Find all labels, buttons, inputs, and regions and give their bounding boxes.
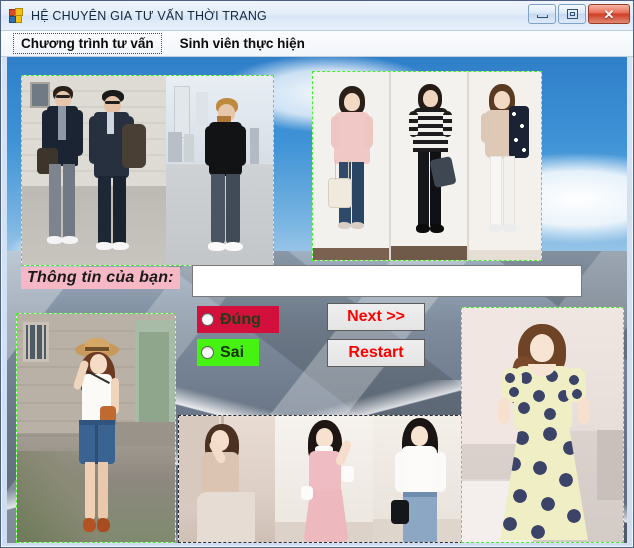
picture-woman-denim-skirt-hat[interactable] [16, 313, 176, 543]
radio-dung[interactable]: Đúng [197, 306, 279, 333]
next-button-label: Next >> [347, 308, 405, 325]
radio-sai-label: Sai [220, 343, 245, 361]
close-icon: ✕ [603, 6, 615, 22]
close-button[interactable]: ✕ [588, 4, 630, 24]
radio-dot-icon [201, 346, 214, 359]
radio-dot-icon [201, 313, 214, 326]
next-button[interactable]: Next >> [327, 303, 425, 331]
menu-bar: Chương trình tư vấn Sinh viên thực hiện [1, 31, 633, 57]
application-window: HỆ CHUYÊN GIA TƯ VẤN THỜI TRANG ✕ Chương… [0, 0, 634, 548]
maximize-icon [566, 9, 578, 19]
vb-form-icon [9, 8, 24, 23]
picture-mens-streetwear-suits[interactable] [21, 75, 274, 266]
menu-item-label: Chương trình tư vấn [21, 36, 154, 51]
minimize-icon [536, 15, 548, 18]
menu-item-label: Sinh viên thực hiện [179, 36, 305, 51]
window-title: HỆ CHUYÊN GIA TƯ VẤN THỜI TRANG [31, 8, 267, 23]
window-controls: ✕ [528, 4, 630, 24]
minimize-button[interactable] [528, 4, 556, 24]
picture-womens-casual-trio[interactable] [312, 71, 542, 261]
menu-item-chuong-trinh-tu-van[interactable]: Chương trình tư vấn [13, 33, 162, 54]
radio-dung-label: Đúng [220, 310, 261, 328]
answer-input[interactable] [192, 265, 582, 297]
maximize-button[interactable] [558, 4, 586, 24]
form-client-area: Thông tin của bạn: Đúng Sai Next >> Rest… [7, 57, 627, 543]
restart-button[interactable]: Restart [327, 339, 425, 367]
radio-sai[interactable]: Sai [197, 339, 259, 366]
menu-item-sinh-vien-thuc-hien[interactable]: Sinh viên thực hiện [172, 33, 313, 54]
picture-womens-pastel-trio[interactable] [178, 415, 468, 543]
info-label: Thông tin của bạn: [21, 267, 180, 289]
picture-woman-floral-dress[interactable] [461, 307, 624, 543]
restart-button-label: Restart [348, 344, 404, 361]
title-bar: HỆ CHUYÊN GIA TƯ VẤN THỜI TRANG ✕ [1, 1, 633, 31]
